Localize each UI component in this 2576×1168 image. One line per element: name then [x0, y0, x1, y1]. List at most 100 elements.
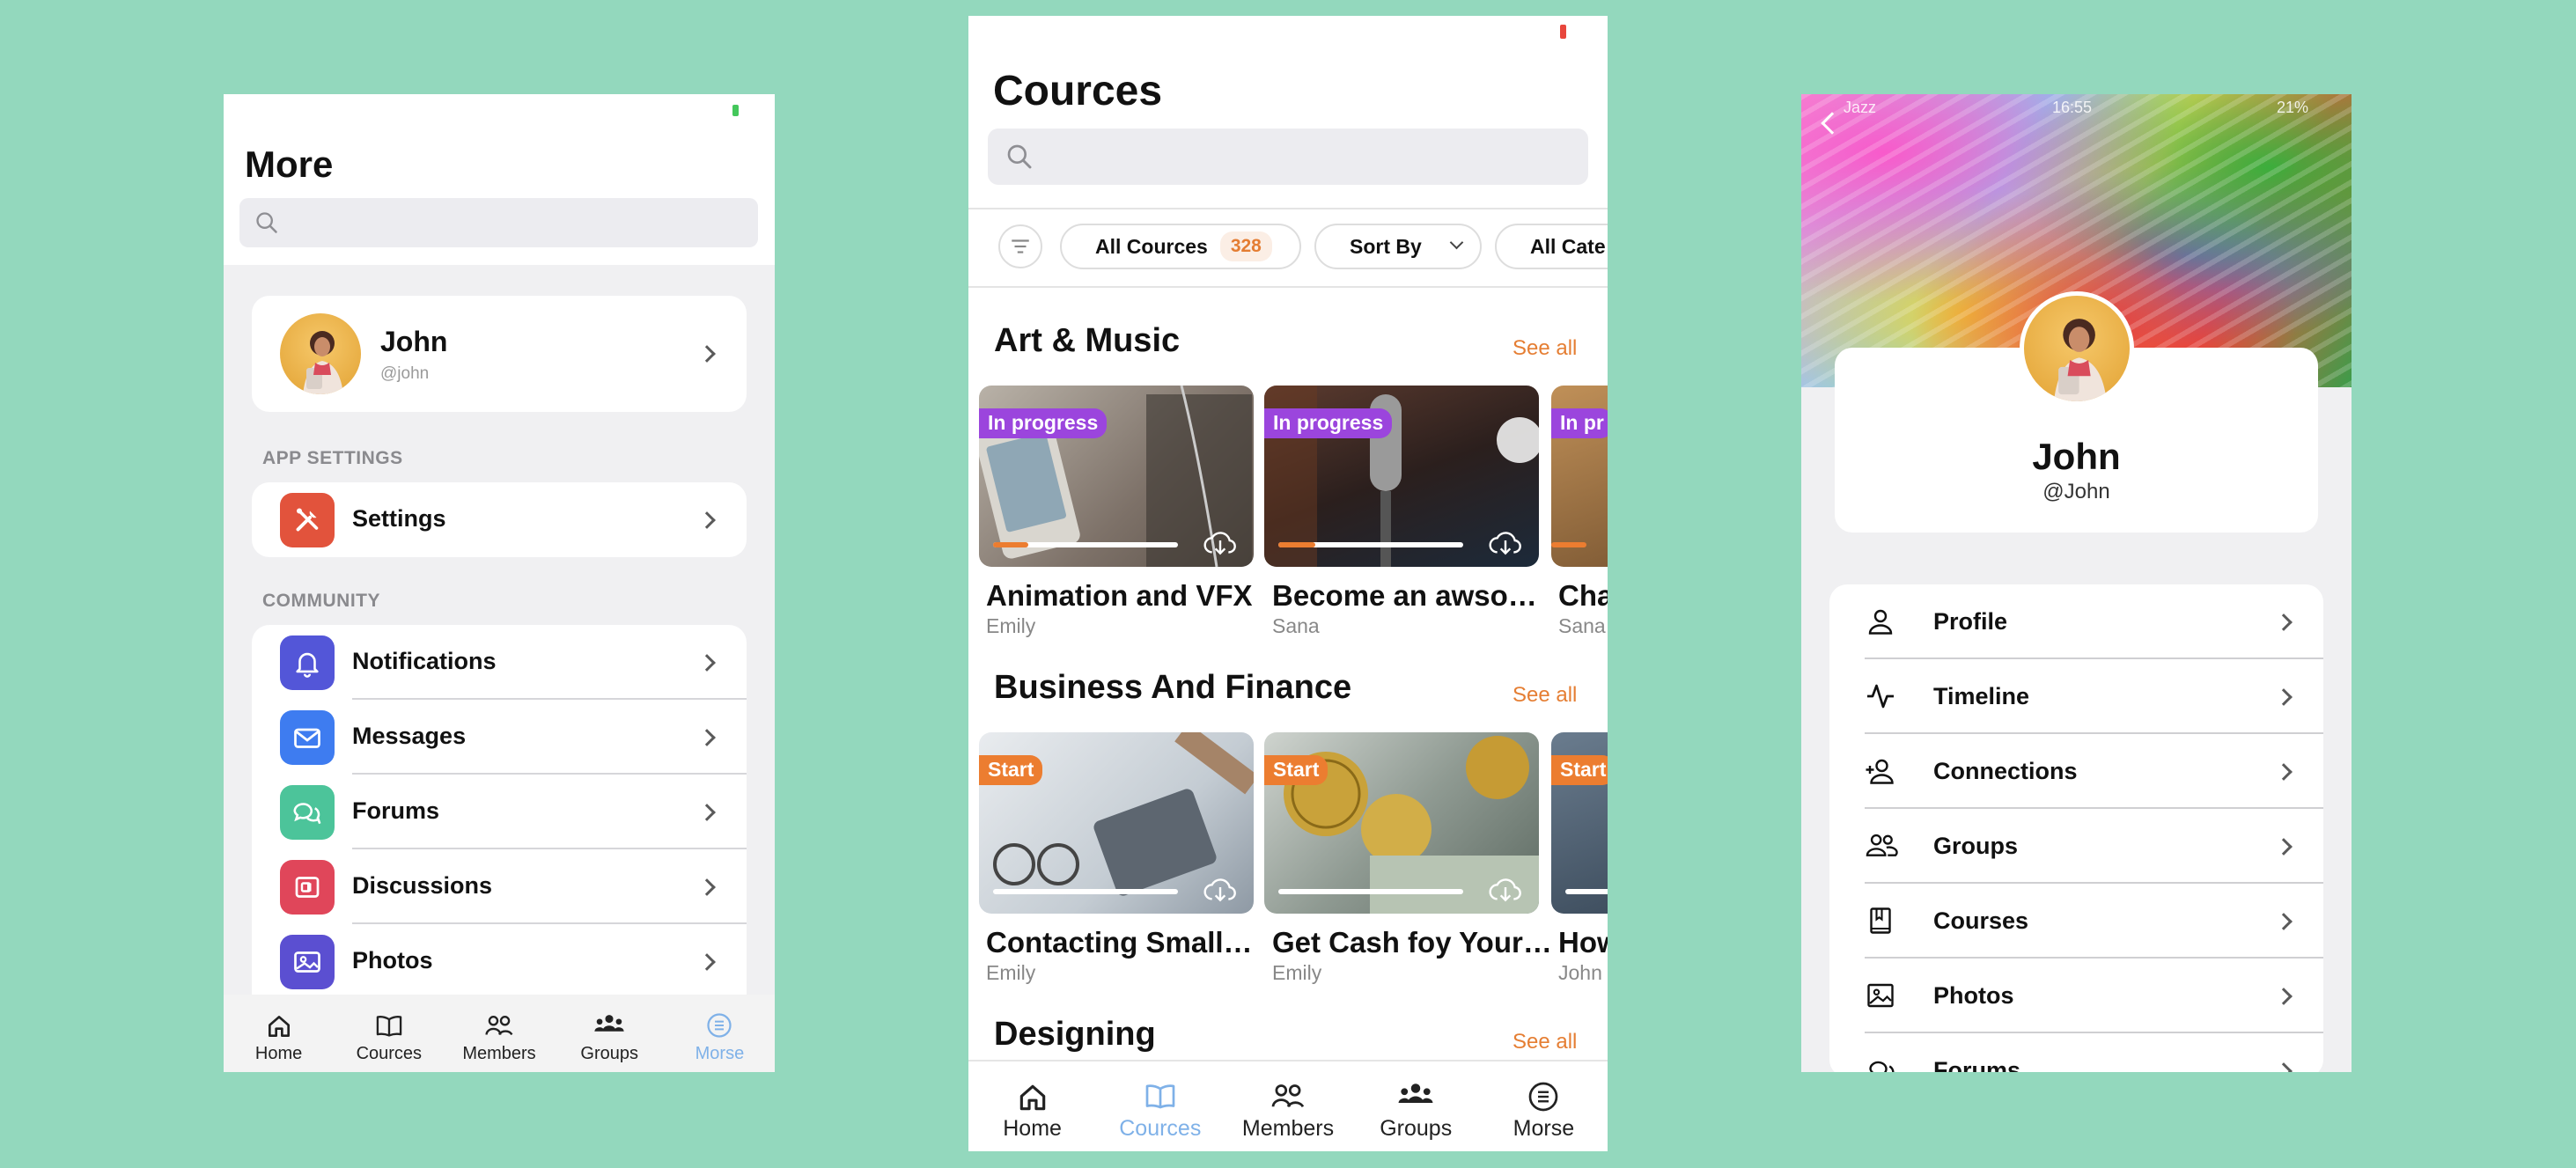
- course-card-thumbnail[interactable]: In progress: [1264, 386, 1539, 567]
- chevron-right-icon: [698, 878, 716, 896]
- photo-icon: [280, 935, 335, 989]
- tab-more[interactable]: Morse: [1480, 1061, 1608, 1151]
- course-title[interactable]: Animation and VFX: [986, 579, 1253, 613]
- course-title[interactable]: Become an awso…: [1272, 579, 1537, 613]
- menu-item-label: Photos: [352, 947, 433, 973]
- course-author: John: [1558, 961, 1602, 984]
- tab-home[interactable]: Home: [968, 1061, 1096, 1151]
- avatar[interactable]: [2020, 291, 2134, 406]
- menu-item-label: Messages: [352, 723, 467, 749]
- user-handle: @john: [380, 364, 430, 383]
- clock: 16:55: [2052, 99, 2093, 116]
- download-icon[interactable]: [1203, 877, 1238, 905]
- person-icon: [1865, 606, 1896, 637]
- courses-screen: Cources All Cources 328 Sort By All Cate…: [968, 16, 1608, 1151]
- mail-icon: [280, 710, 335, 765]
- menu-item-groups[interactable]: Groups: [1829, 809, 2323, 884]
- status-indicator: [1560, 25, 1566, 39]
- tab-courses[interactable]: Cources: [1096, 1061, 1224, 1151]
- tab-courses[interactable]: Cources: [334, 995, 444, 1072]
- course-title[interactable]: Get Cash foy Your…: [1272, 926, 1552, 959]
- filter-label: All Cources: [1095, 234, 1208, 258]
- download-icon[interactable]: [1488, 530, 1523, 558]
- menu-item-timeline[interactable]: Timeline: [1829, 659, 2323, 734]
- book-icon: [374, 1012, 404, 1040]
- category-label: All Cate: [1530, 234, 1606, 258]
- sort-by-dropdown[interactable]: Sort By: [1314, 224, 1482, 269]
- progress-track: [1278, 889, 1463, 894]
- chevron-right-icon: [698, 653, 716, 672]
- chevron-right-icon: [2275, 762, 2293, 781]
- course-status-tag: Start: [1551, 755, 1608, 785]
- course-card-thumbnail[interactable]: Start: [1551, 732, 1608, 914]
- tab-more[interactable]: Morse: [665, 995, 775, 1072]
- chevron-right-icon: [2275, 987, 2293, 1005]
- tab-label: Cources: [1119, 1116, 1202, 1141]
- menu-item-connections[interactable]: Connections: [1829, 734, 2323, 809]
- menu-item-forums[interactable]: Forums: [1829, 1033, 2323, 1072]
- course-card-thumbnail[interactable]: In progress: [979, 386, 1254, 567]
- menu-item-photos[interactable]: Photos: [1829, 959, 2323, 1033]
- download-icon[interactable]: [1488, 877, 1523, 905]
- divider: [968, 286, 1608, 288]
- course-card-thumbnail[interactable]: In pr: [1551, 386, 1608, 567]
- progress-track: [1565, 889, 1608, 894]
- course-status-tag: In pr: [1551, 408, 1608, 438]
- tab-label: Morse: [1512, 1116, 1575, 1141]
- menu-item-forums[interactable]: Forums: [252, 775, 747, 849]
- carrier-label: Jazz: [1844, 99, 1877, 116]
- menu-item-profile[interactable]: Profile: [1829, 584, 2323, 659]
- see-all-link[interactable]: See all: [1512, 1030, 1577, 1054]
- all-courses-filter[interactable]: All Cources 328: [1060, 224, 1301, 269]
- tab-label: Members: [1241, 1116, 1335, 1141]
- tab-label: Home: [254, 1044, 303, 1063]
- bell-icon: [280, 635, 335, 690]
- chevron-right-icon: [698, 345, 716, 363]
- menu-item-discussions[interactable]: Discussions: [252, 849, 747, 924]
- see-all-link[interactable]: See all: [1512, 336, 1577, 361]
- search-icon: [254, 210, 279, 235]
- tab-groups[interactable]: Groups: [555, 995, 665, 1072]
- see-all-link[interactable]: See all: [1512, 683, 1577, 708]
- course-title[interactable]: How: [1558, 926, 1608, 959]
- home-icon: [1016, 1081, 1049, 1114]
- course-card-thumbnail[interactable]: Start: [1264, 732, 1539, 914]
- progress-fill: [1278, 542, 1315, 547]
- chat-icon: [1865, 1054, 1900, 1072]
- section-header-community: COMMUNITY: [262, 591, 380, 611]
- course-title[interactable]: Cha: [1558, 579, 1608, 613]
- search-input[interactable]: [239, 198, 758, 247]
- members-icon: [484, 1012, 514, 1039]
- course-title[interactable]: Contacting Small…: [986, 926, 1253, 959]
- more-list-icon: [706, 1012, 732, 1039]
- filter-button[interactable]: [998, 224, 1042, 268]
- course-status-tag: Start: [1264, 755, 1328, 785]
- user-profile-row[interactable]: John @john: [252, 296, 747, 412]
- tab-members[interactable]: Members: [1224, 1061, 1351, 1151]
- menu-item-settings[interactable]: Settings: [252, 482, 747, 557]
- menu-item-courses[interactable]: Courses: [1829, 884, 2323, 959]
- progress-track: [993, 889, 1178, 894]
- menu-item-messages[interactable]: Messages: [252, 700, 747, 775]
- download-icon[interactable]: [1203, 530, 1238, 558]
- category-dropdown[interactable]: All Cate: [1495, 224, 1608, 269]
- tab-groups[interactable]: Groups: [1352, 1061, 1480, 1151]
- filter-icon: [1009, 237, 1032, 256]
- tab-home[interactable]: Home: [224, 995, 334, 1072]
- section-title: Art & Music: [994, 322, 1181, 359]
- menu-item-photos[interactable]: Photos: [252, 924, 747, 999]
- groups-icon: [1397, 1081, 1434, 1109]
- battery-percent: 21%: [2277, 99, 2309, 116]
- course-card-thumbnail[interactable]: Start: [979, 732, 1254, 914]
- menu-item-notifications[interactable]: Notifications: [252, 625, 747, 700]
- section-title: Designing: [994, 1016, 1156, 1053]
- search-input[interactable]: [988, 129, 1588, 185]
- tab-members[interactable]: Members: [444, 995, 554, 1072]
- profile-handle: @John: [2042, 480, 2110, 503]
- chevron-right-icon: [2275, 912, 2293, 930]
- chat-icon: [280, 785, 335, 840]
- chevron-right-icon: [698, 728, 716, 746]
- tab-bar: Home Cources Members Groups Morse: [968, 1060, 1608, 1151]
- home-icon: [265, 1012, 293, 1040]
- status-bar: Jazz 16:55 21%: [1801, 94, 2352, 124]
